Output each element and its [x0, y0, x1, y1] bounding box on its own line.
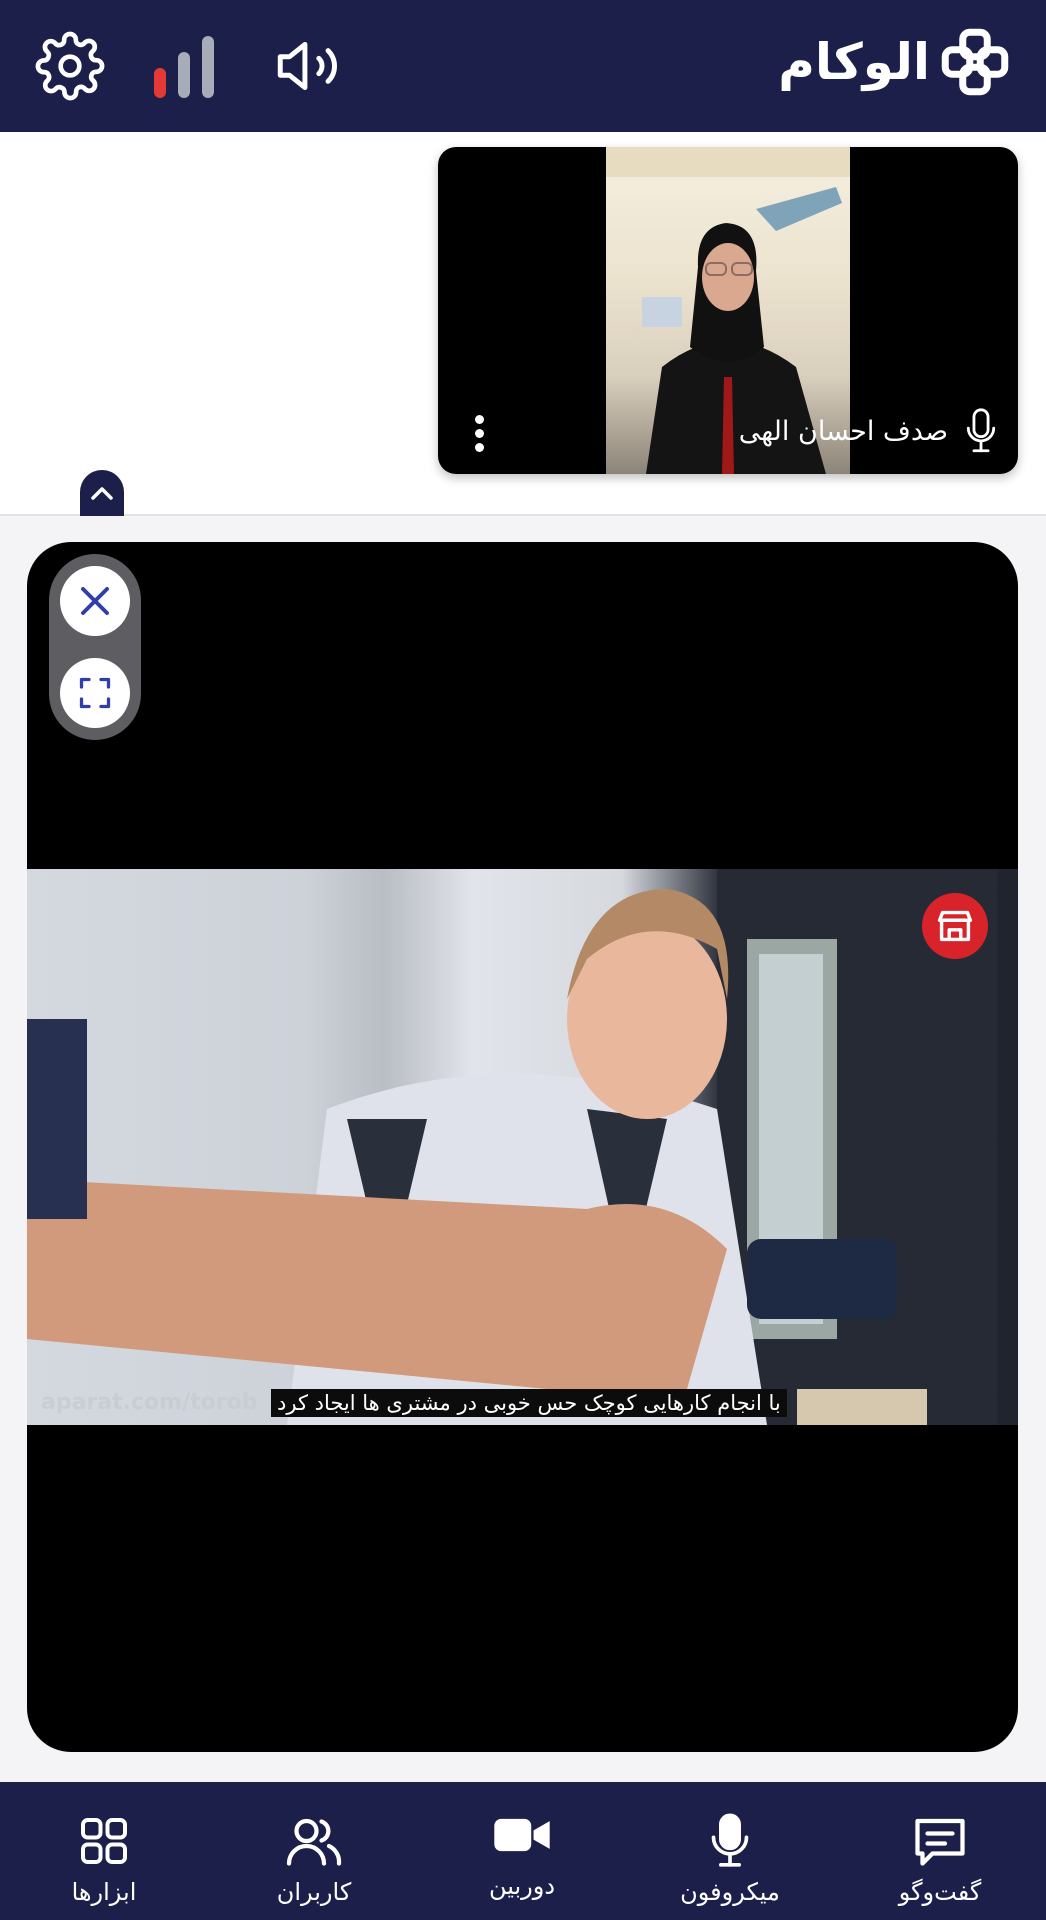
speaker-button[interactable]: [268, 26, 348, 106]
fullscreen-button[interactable]: [60, 658, 130, 728]
store-icon: [937, 910, 973, 942]
shared-video: aparat.com/torob با انجام کارهایی کوچک ح…: [27, 869, 1018, 1425]
nav-tools[interactable]: ابزارها: [14, 1782, 194, 1920]
stage-controls: [49, 554, 141, 740]
signal-bar-2: [178, 52, 190, 98]
participant-label: صدف احسان الهی: [739, 406, 998, 456]
nav-chat-label: گفت‌وگو: [898, 1878, 982, 1906]
nav-chat[interactable]: گفت‌وگو: [850, 1782, 1030, 1920]
participant-name: صدف احسان الهی: [738, 415, 948, 447]
camera-icon: [494, 1818, 550, 1852]
users-icon: [286, 1818, 342, 1866]
microphone-icon: [711, 1813, 749, 1867]
participant-tile[interactable]: صدف احسان الهی: [438, 147, 1018, 474]
signal-strength-icon: [152, 32, 222, 98]
nav-users[interactable]: کاربران: [224, 1782, 404, 1920]
nav-tools-label: ابزارها: [71, 1878, 137, 1906]
close-share-button[interactable]: [60, 566, 130, 636]
participant-more-button[interactable]: [472, 412, 486, 456]
nav-camera-label: دوربین: [488, 1872, 556, 1900]
more-dot: [474, 429, 484, 438]
participant-strip: صدف احسان الهی: [0, 132, 1046, 516]
fullscreen-icon: [79, 677, 111, 709]
logo-text: الوکام: [778, 33, 930, 91]
signal-bar-1: [154, 68, 166, 98]
shared-video-frame: [27, 869, 997, 1425]
nav-microphone[interactable]: میکروفون: [640, 1782, 820, 1920]
store-badge: [922, 893, 988, 959]
app-logo: الوکام: [778, 22, 1010, 102]
chat-icon: [915, 1818, 965, 1866]
settings-button[interactable]: [30, 26, 110, 106]
more-vertical-icon: [474, 415, 484, 424]
bottom-navigation: ابزارها کاربران دوربین: [0, 1782, 1046, 1920]
nav-users-label: کاربران: [276, 1878, 352, 1906]
signal-bar-3: [202, 36, 214, 98]
video-subtitle: با انجام کارهایی کوچک حس خوبی در مشتری ه…: [271, 1389, 787, 1417]
close-icon: [81, 587, 109, 615]
grid-icon: [81, 1818, 127, 1864]
video-watermark: aparat.com/torob: [41, 1390, 258, 1415]
chevron-up-icon: [91, 487, 113, 500]
nav-camera[interactable]: دوربین: [432, 1782, 612, 1920]
microphone-icon: [966, 408, 996, 453]
gear-icon: [35, 31, 105, 101]
top-bar: الوکام: [0, 0, 1046, 132]
shared-screen-stage: aparat.com/torob با انجام کارهایی کوچک ح…: [27, 542, 1018, 1752]
more-dot: [474, 443, 484, 452]
collapse-strip-button[interactable]: [80, 470, 124, 516]
nav-microphone-label: میکروفون: [680, 1878, 780, 1906]
logo-mark-icon: [941, 28, 1009, 96]
speaker-icon: [277, 41, 337, 91]
